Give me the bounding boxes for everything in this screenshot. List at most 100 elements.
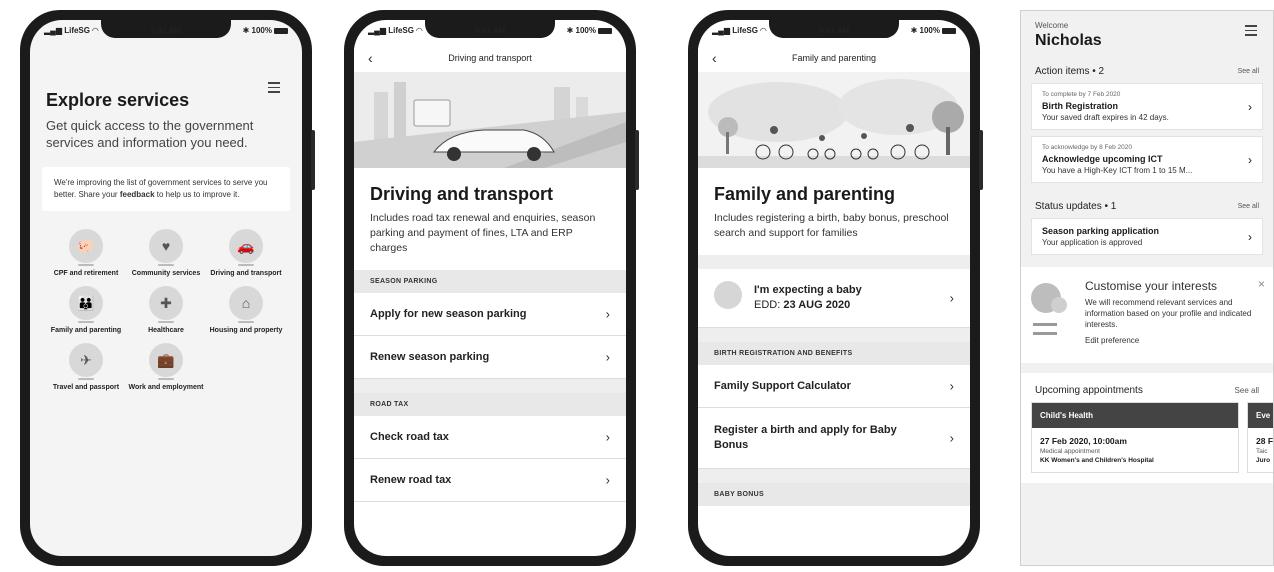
- service-label: Community services: [131, 270, 201, 277]
- content: Driving and transport Includes road tax …: [354, 168, 626, 556]
- chevron-right-icon: ›: [1248, 152, 1252, 167]
- appointments-section: Upcoming appointments See all Child's He…: [1021, 373, 1273, 483]
- battery: ✱ 100%: [243, 26, 288, 35]
- list-item[interactable]: Renew road tax ›: [354, 459, 626, 502]
- back-chevron-icon[interactable]: ‹: [712, 50, 717, 66]
- appointments-header: Upcoming appointments See all: [1035, 385, 1259, 396]
- nav-title: Family and parenting: [791, 53, 877, 63]
- service-tile[interactable]: ✚ Healthcare: [126, 286, 206, 335]
- status-bar: ▂▄▆ LifeSG ◠ 9:41 AM ✱ 100%: [712, 26, 956, 35]
- section-header: BABY BONUS: [698, 483, 970, 506]
- service-label: Healthcare: [148, 327, 184, 334]
- briefcase-icon: 💼: [149, 343, 183, 380]
- medical-kit-icon: ✚: [149, 286, 183, 323]
- close-icon[interactable]: ×: [1258, 277, 1265, 291]
- status-bar: ▂▄▆ LifeSG ◠ 9:41 AM ✱ 100%: [368, 26, 612, 35]
- passport-icon: ✈: [69, 343, 103, 380]
- piggy-bank-icon: 🐖: [69, 229, 103, 266]
- status-card[interactable]: Season parking application Your applicat…: [1031, 218, 1263, 255]
- service-tile[interactable]: 🚗 Driving and transport: [206, 229, 286, 278]
- feedback-link[interactable]: feedback: [120, 190, 155, 199]
- expecting-baby-card[interactable]: I'm expecting a baby EDD: 23 AUG 2020 ›: [698, 269, 970, 328]
- screen: ▂▄▆ LifeSG ◠ 9:41 AM ✱ 100% ‹ Driving an…: [354, 20, 626, 556]
- chevron-right-icon: ›: [1248, 229, 1252, 244]
- service-tile[interactable]: ✈ Travel and passport: [46, 343, 126, 392]
- car-illustration: [354, 72, 626, 168]
- service-tile[interactable]: 👪 Family and parenting: [46, 286, 126, 335]
- service-tile[interactable]: ⌂ Housing and property: [206, 286, 286, 335]
- side-button: [311, 130, 315, 190]
- car-icon: 🚗: [229, 229, 263, 266]
- section-header: BIRTH REGISTRATION AND BENEFITS: [698, 342, 970, 365]
- appointments-carousel[interactable]: Child's Health 27 Feb 2020, 10:00am Medi…: [1021, 402, 1273, 473]
- page-description: Includes registering a birth, baby bonus…: [714, 212, 949, 239]
- section-header: ROAD TAX: [354, 393, 626, 416]
- page-description: Includes road tax renewal and enquiries,…: [370, 212, 596, 254]
- page-subtitle: Get quick access to the government servi…: [46, 118, 254, 150]
- service-label: Driving and transport: [210, 270, 282, 277]
- chevron-right-icon: ›: [605, 349, 610, 365]
- chevron-right-icon: ›: [605, 472, 610, 488]
- status-bar: ▂▄▆ LifeSG ◠ 9:41 AM ✱ 100%: [44, 26, 288, 35]
- community-icon: ♥: [149, 229, 183, 266]
- list-item[interactable]: Register a birth and apply for Baby Bonu…: [698, 408, 970, 469]
- list-item[interactable]: Renew season parking ›: [354, 336, 626, 379]
- clock: 9:41 AM: [150, 26, 182, 35]
- dashboard-screen: Welcome Nicholas Action items • 2 See al…: [1020, 10, 1274, 566]
- house-icon: ⌂: [229, 286, 263, 323]
- family-cycling-illustration: [698, 72, 970, 168]
- appointment-card[interactable]: Child's Health 27 Feb 2020, 10:00am Medi…: [1031, 402, 1239, 473]
- menu-icon[interactable]: [1245, 25, 1257, 39]
- chevron-right-icon: ›: [949, 430, 954, 446]
- phone-explore-services: ▂▄▆ LifeSG ◠ 9:41 AM ✱ 100% Explore serv…: [20, 10, 315, 566]
- nav-bar: ‹ Driving and transport: [354, 44, 626, 72]
- phone-family-parenting: ▂▄▆ LifeSG ◠ 9:41 AM ✱ 100% ‹ Family and…: [688, 10, 983, 566]
- see-all-link[interactable]: See all: [1238, 203, 1259, 210]
- nav-title: Driving and transport: [448, 53, 532, 63]
- see-all-link[interactable]: See all: [1238, 68, 1259, 75]
- nav-bar: ‹ Family and parenting: [698, 44, 970, 72]
- list-item[interactable]: Check road tax ›: [354, 416, 626, 459]
- service-tile[interactable]: 💼 Work and employment: [126, 343, 206, 392]
- screen: ▂▄▆ LifeSG ◠ 9:41 AM ✱ 100% ‹ Family and…: [698, 20, 970, 556]
- chevron-right-icon: ›: [1248, 99, 1252, 114]
- page-title: Driving and transport: [370, 184, 554, 204]
- customise-interests-card: × Customise your interests We will recom…: [1021, 267, 1273, 363]
- services-grid: 🐖 CPF and retirement ♥ Community services 🚗 D…: [46, 229, 286, 392]
- list-item[interactable]: Apply for new season parking ›: [354, 293, 626, 336]
- service-label: CPF and retirement: [53, 270, 119, 277]
- see-all-link[interactable]: See all: [1235, 386, 1259, 395]
- chevron-right-icon: ›: [949, 290, 954, 306]
- page-title: Explore services: [46, 90, 190, 110]
- edit-preference-link[interactable]: Edit preference: [1085, 336, 1259, 345]
- chevron-right-icon: ›: [949, 378, 954, 394]
- service-label: Housing and property: [209, 327, 283, 334]
- status-updates-header: Status updates • 1 See all: [1035, 201, 1259, 212]
- service-label: Travel and passport: [52, 384, 120, 391]
- welcome-label: Welcome: [1035, 21, 1069, 30]
- chevron-right-icon: ›: [605, 306, 610, 322]
- action-items-header: Action items • 2 See all: [1035, 66, 1259, 77]
- page-title: Family and parenting: [714, 184, 896, 204]
- carrier: ▂▄▆ LifeSG ◠: [44, 26, 99, 35]
- battery-icon: [274, 27, 288, 34]
- screen: ▂▄▆ LifeSG ◠ 9:41 AM ✱ 100% Explore serv…: [30, 20, 302, 556]
- back-chevron-icon[interactable]: ‹: [368, 50, 373, 66]
- user-name: Nicholas: [1035, 32, 1102, 49]
- action-card[interactable]: To acknowledge by 8 Feb 2020 Acknowledge…: [1031, 136, 1263, 183]
- section-header: SEASON PARKING: [354, 270, 626, 293]
- service-label: Family and parenting: [50, 327, 122, 334]
- service-label: Work and employment: [128, 384, 204, 391]
- service-tile[interactable]: ♥ Community services: [126, 229, 206, 278]
- phone-driving-transport: ▂▄▆ LifeSG ◠ 9:41 AM ✱ 100% ‹ Driving an…: [344, 10, 639, 566]
- service-tile[interactable]: 🐖 CPF and retirement: [46, 229, 126, 278]
- feedback-notice: We're improving the list of government s…: [42, 167, 290, 211]
- action-card[interactable]: To complete by 7 Feb 2020 Birth Registra…: [1031, 83, 1263, 130]
- appointment-card[interactable]: Eve 28 F Taic Juro: [1247, 402, 1273, 473]
- gear-small-icon: [1051, 297, 1067, 313]
- hero-illustration-cyclists: [698, 72, 970, 168]
- chevron-right-icon: ›: [605, 429, 610, 445]
- baby-avatar-icon: [714, 281, 742, 309]
- hero-illustration-car: [354, 72, 626, 168]
- list-item[interactable]: Family Support Calculator ›: [698, 365, 970, 408]
